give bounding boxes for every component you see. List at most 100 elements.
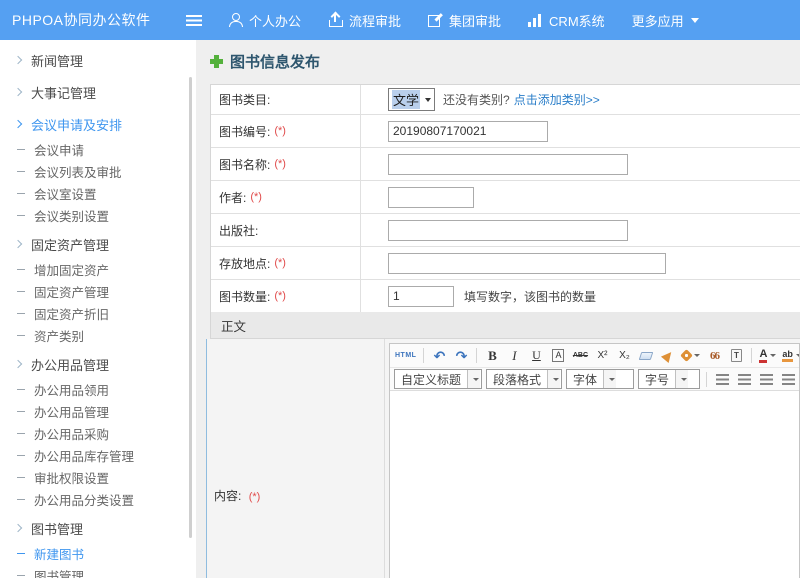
sidebar-item[interactable]: 办公用品分类设置 bbox=[0, 488, 196, 510]
sidebar-item[interactable]: 办公用品采购 bbox=[0, 422, 196, 444]
nav-item-workflow[interactable]: 流程审批 bbox=[328, 11, 401, 30]
chevron-down-icon bbox=[681, 378, 687, 381]
paste-text-icon[interactable]: T bbox=[726, 346, 746, 366]
main-content: 图书信息发布 图书类目: 文学 还没有类别? 点击添加类别>> 图书编号:(*)… bbox=[196, 40, 800, 578]
sidebar: 新闻管理大事记管理会议申请及安排会议申请会议列表及审批会议室设置会议类别设置固定… bbox=[0, 40, 196, 578]
toolbar-separator bbox=[423, 348, 424, 363]
bold-icon[interactable]: B bbox=[482, 346, 502, 366]
sidebar-scrollbar[interactable] bbox=[189, 77, 192, 538]
sidebar-item[interactable]: 增加固定资产 bbox=[0, 258, 196, 280]
nav-item-user[interactable]: 个人办公 bbox=[228, 11, 301, 30]
justify-icon[interactable] bbox=[778, 369, 798, 389]
form-row-author: 作者:(*) bbox=[211, 181, 800, 214]
html-source-button[interactable]: HTML bbox=[393, 346, 418, 366]
add-icon bbox=[210, 55, 223, 68]
form-row-location: 存放地点:(*) bbox=[211, 247, 800, 280]
chevron-right-icon bbox=[14, 120, 22, 128]
align-center-icon[interactable] bbox=[734, 369, 754, 389]
chart-icon bbox=[528, 13, 543, 27]
sidebar-item[interactable]: 会议列表及审批 bbox=[0, 160, 196, 182]
font-color-icon[interactable]: A bbox=[757, 346, 778, 366]
strikethrough-icon[interactable]: ABC bbox=[570, 346, 590, 366]
editor-container: HTML↶↷BIUAABCX²X₂66TAab 自定义标题段落格式字体字号 bbox=[389, 343, 800, 578]
dash-icon bbox=[17, 313, 25, 314]
category-field: 文学 还没有类别? 点击添加类别>> bbox=[361, 85, 800, 114]
sidebar-item[interactable]: 会议申请及安排 bbox=[0, 110, 196, 138]
form-rows: 图书编号:(*)图书名称:(*)作者:(*)出版社:存放地点:(*)图书数量:(… bbox=[211, 115, 800, 313]
clear-format-icon[interactable] bbox=[658, 346, 678, 366]
sidebar-item[interactable]: 审批权限设置 bbox=[0, 466, 196, 488]
sidebar-item[interactable]: 会议申请 bbox=[0, 138, 196, 160]
dash-icon bbox=[17, 215, 25, 216]
sidebar-item[interactable]: 固定资产管理 bbox=[0, 280, 196, 302]
form-row-quantity: 图书数量:(*) 填写数字，该图书的数量 bbox=[211, 280, 800, 313]
add-category-link[interactable]: 点击添加类别>> bbox=[514, 91, 600, 108]
subscript-icon[interactable]: X₂ bbox=[614, 346, 634, 366]
superscript-icon[interactable]: X² bbox=[592, 346, 612, 366]
chevron-down-icon bbox=[553, 378, 559, 381]
custom-title-select[interactable]: 自定义标题 bbox=[394, 369, 482, 389]
align-left-icon[interactable] bbox=[712, 369, 732, 389]
sidebar-item[interactable]: 办公用品库存管理 bbox=[0, 444, 196, 466]
quantity-hint: 填写数字，该图书的数量 bbox=[464, 288, 596, 305]
align-right-icon[interactable] bbox=[756, 369, 776, 389]
sidebar-item[interactable]: 新建图书 bbox=[0, 542, 196, 564]
blockquote-icon[interactable]: 66 bbox=[704, 346, 724, 366]
form-row-category: 图书类目: 文学 还没有类别? 点击添加类别>> bbox=[211, 85, 800, 115]
form-row-book-name: 图书名称:(*) bbox=[211, 148, 800, 181]
quantity-label: 图书数量:(*) bbox=[211, 280, 361, 312]
book-name-input[interactable] bbox=[388, 154, 628, 175]
font-style-icon[interactable]: A bbox=[548, 346, 568, 366]
sidebar-item[interactable]: 新闻管理 bbox=[0, 46, 196, 74]
top-bar: PHPOA协同办公软件 个人办公流程审批集团审批CRM系统更多应用 bbox=[0, 0, 800, 40]
dash-icon bbox=[17, 553, 25, 554]
rich-text-editor: HTML↶↷BIUAABCX²X₂66TAab 自定义标题段落格式字体字号 bbox=[385, 339, 800, 578]
page-title: 图书信息发布 bbox=[210, 51, 320, 72]
nav-item-chart[interactable]: CRM系统 bbox=[528, 11, 605, 30]
paragraph-format-select[interactable]: 段落格式 bbox=[486, 369, 562, 389]
category-select[interactable]: 文学 bbox=[388, 88, 435, 111]
location-input[interactable] bbox=[388, 253, 666, 274]
sidebar-item[interactable]: 办公用品领用 bbox=[0, 378, 196, 400]
font-family-select[interactable]: 字体 bbox=[566, 369, 634, 389]
content-editor-row: 内容: (*) HTML↶↷BIUAABCX²X₂66TAab 自定义标题段落格… bbox=[206, 339, 800, 578]
dash-icon bbox=[17, 193, 25, 194]
workflow-icon bbox=[328, 13, 343, 27]
sidebar-item[interactable]: 会议类别设置 bbox=[0, 204, 196, 226]
menu-toggle-icon[interactable] bbox=[186, 15, 202, 26]
sidebar-item[interactable]: 图书管理 bbox=[0, 564, 196, 578]
sidebar-item[interactable]: 固定资产折旧 bbox=[0, 302, 196, 324]
chevron-right-icon bbox=[14, 88, 22, 96]
underline-icon[interactable]: U bbox=[526, 346, 546, 366]
highlight-color-icon[interactable]: ab bbox=[780, 346, 799, 366]
nav-item-compose[interactable]: 集团审批 bbox=[428, 11, 501, 30]
sidebar-item[interactable]: 会议室设置 bbox=[0, 182, 196, 204]
chevron-down-icon bbox=[609, 378, 615, 381]
undo-icon[interactable]: ↶ bbox=[429, 346, 449, 366]
editor-content-area[interactable] bbox=[390, 390, 799, 578]
font-size-select[interactable]: 字号 bbox=[638, 369, 700, 389]
sidebar-item[interactable]: 固定资产管理 bbox=[0, 230, 196, 258]
category-select-value: 文学 bbox=[392, 90, 420, 109]
redo-icon[interactable]: ↷ bbox=[451, 346, 471, 366]
nav-item-more-apps[interactable]: 更多应用 bbox=[632, 11, 699, 30]
dash-icon bbox=[17, 575, 25, 576]
sidebar-item[interactable]: 办公用品管理 bbox=[0, 400, 196, 422]
editor-toolbar-row-1: HTML↶↷BIUAABCX²X₂66TAab bbox=[390, 344, 799, 367]
sidebar-item[interactable]: 资产类别 bbox=[0, 324, 196, 346]
header-nav: 个人办公 流程审批 集团审批 CRM系统 更多应用 bbox=[228, 11, 726, 30]
format-painter-icon[interactable] bbox=[680, 346, 702, 366]
sidebar-item[interactable]: 大事记管理 bbox=[0, 78, 196, 106]
book-form: 图书类目: 文学 还没有类别? 点击添加类别>> 图书编号:(*)图书名称:(*… bbox=[210, 84, 800, 313]
quantity-input[interactable] bbox=[388, 286, 454, 307]
eraser-icon[interactable] bbox=[636, 346, 656, 366]
italic-icon[interactable]: I bbox=[504, 346, 524, 366]
sidebar-item[interactable]: 图书管理 bbox=[0, 514, 196, 542]
chevron-down-icon bbox=[770, 354, 776, 357]
sidebar-item[interactable]: 办公用品管理 bbox=[0, 350, 196, 378]
chevron-right-icon bbox=[14, 56, 22, 64]
author-input[interactable] bbox=[388, 187, 474, 208]
book-number-input[interactable] bbox=[388, 121, 548, 142]
chevron-down-icon bbox=[425, 98, 431, 102]
publisher-input[interactable] bbox=[388, 220, 628, 241]
